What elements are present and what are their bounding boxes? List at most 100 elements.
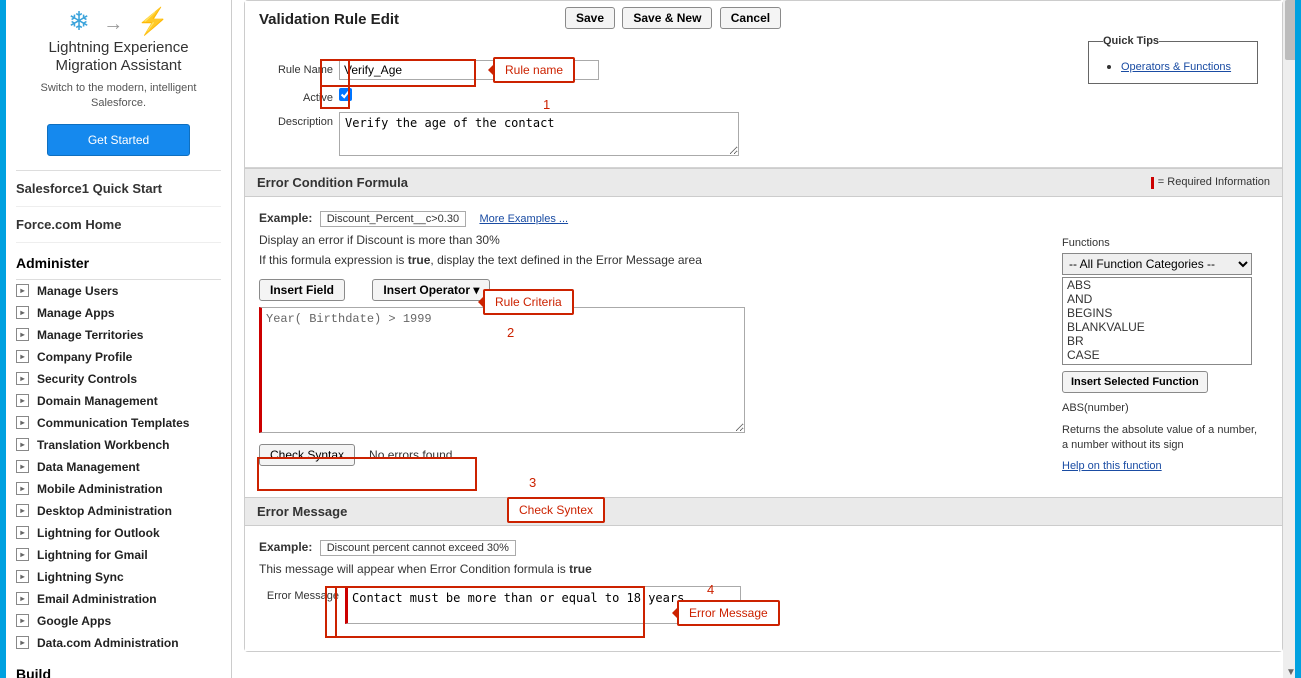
sidebar-item[interactable]: ▸Lightning for Outlook <box>16 522 221 544</box>
sidebar-item-label: Communication Templates <box>37 416 189 430</box>
active-label: Active <box>259 88 339 104</box>
lightning-icon: ⚡ <box>136 6 168 36</box>
migration-subtitle: Switch to the modern, intelligent Salesf… <box>20 81 217 112</box>
sidebar-item-label: Manage Apps <box>37 306 115 320</box>
expand-icon: ▸ <box>16 636 29 649</box>
cancel-button[interactable]: Cancel <box>720 7 781 29</box>
function-item[interactable]: CASE <box>1063 348 1251 362</box>
sidebar: ❄ → ⚡ Lightning Experience Migration Ass… <box>6 0 232 678</box>
sidebar-item[interactable]: ▸Lightning for Gmail <box>16 544 221 566</box>
annotation-error-message: Error Message <box>677 600 780 626</box>
sidebar-item[interactable]: ▸Email Administration <box>16 588 221 610</box>
expand-icon: ▸ <box>16 306 29 319</box>
expand-icon: ▸ <box>16 482 29 495</box>
expand-icon: ▸ <box>16 460 29 473</box>
expand-icon: ▸ <box>16 504 29 517</box>
insert-selected-function-button[interactable]: Insert Selected Function <box>1062 371 1208 393</box>
sidebar-item[interactable]: ▸ Security Controls <box>16 368 221 390</box>
description-label: Description <box>259 112 339 128</box>
check-syntax-button[interactable]: Check Syntax <box>259 444 355 466</box>
function-item[interactable]: ABS <box>1063 278 1251 292</box>
formula-note2a: If this formula expression is <box>259 253 408 267</box>
sidebar-item[interactable]: ▸ Company Profile <box>16 346 221 368</box>
save-button[interactable]: Save <box>565 7 615 29</box>
sidebar-item[interactable]: ▸ Data.com Administration <box>16 632 221 654</box>
expand-icon: ▸ <box>16 526 29 539</box>
formula-heading: Error Condition Formula <box>257 175 408 190</box>
expand-icon: ▸ <box>16 548 29 561</box>
sidebar-item[interactable]: ▸ Communication Templates <box>16 412 221 434</box>
sidebar-item-label: Translation Workbench <box>37 438 169 452</box>
expand-icon: ▸ <box>16 350 29 363</box>
formula-section-header: Error Condition Formula = Required Infor… <box>245 168 1282 197</box>
more-examples-link[interactable]: More Examples ... <box>479 213 568 225</box>
functions-label: Functions <box>1062 237 1262 249</box>
expand-icon: ▸ <box>16 438 29 451</box>
sidebar-force-home[interactable]: Force.com Home <box>16 207 221 243</box>
error-message-label: Error Message <box>259 586 345 602</box>
sidebar-item[interactable]: ▸ Manage Users <box>16 280 221 302</box>
save-and-new-button[interactable]: Save & New <box>622 7 712 29</box>
build-heading: Build <box>16 654 221 678</box>
sidebar-item[interactable]: ▸Mobile Administration <box>16 478 221 500</box>
sidebar-item[interactable]: ▸Manage Territories <box>16 324 221 346</box>
sidebar-item[interactable]: ▸ Manage Apps <box>16 302 221 324</box>
administer-list: ▸ Manage Users ▸ Manage Apps ▸Manage Terri… <box>16 280 221 654</box>
migration-title: Lightning Experience Migration Assistant <box>20 39 217 75</box>
scrollbar-thumb[interactable] <box>1285 0 1297 60</box>
error-note-bold: true <box>569 562 592 576</box>
scroll-down-icon[interactable]: ▼ <box>1286 667 1296 678</box>
vertical-scrollbar[interactable]: ▼ <box>1283 0 1299 678</box>
function-description: Returns the absolute value of a number, … <box>1062 423 1262 452</box>
description-textarea[interactable]: Verify the age of the contact <box>339 112 739 156</box>
expand-icon: ▸ <box>16 372 29 385</box>
function-category-select[interactable]: -- All Function Categories -- <box>1062 253 1252 275</box>
sidebar-item[interactable]: ▸ Lightning Sync <box>16 566 221 588</box>
get-started-button[interactable]: Get Started <box>47 124 190 156</box>
expand-icon: ▸ <box>16 570 29 583</box>
sidebar-item-label: Manage Users <box>37 284 118 298</box>
formula-note2-bold: true <box>408 253 431 267</box>
quick-tips-heading: Quick Tips <box>1103 35 1159 47</box>
active-checkbox[interactable] <box>339 88 352 101</box>
sidebar-item-label: Security Controls <box>37 372 137 386</box>
operators-functions-link[interactable]: Operators & Functions <box>1121 61 1231 73</box>
function-list[interactable]: ABS AND BEGINS BLANKVALUE BR CASE <box>1062 277 1252 365</box>
sidebar-item[interactable]: ▸Data Management <box>16 456 221 478</box>
formula-textarea[interactable]: Year( Birthdate) > 1999 <box>259 307 745 433</box>
required-info-label: = Required Information <box>1158 176 1270 188</box>
sidebar-item-label: Google Apps <box>37 614 111 628</box>
sidebar-item-label: Domain Management <box>37 394 158 408</box>
error-note-a: This message will appear when Error Cond… <box>259 562 569 576</box>
function-item[interactable]: BEGINS <box>1063 306 1251 320</box>
sidebar-item[interactable]: ▸ Translation Workbench <box>16 434 221 456</box>
functions-panel: Functions -- All Function Categories -- … <box>1062 237 1262 472</box>
sidebar-item[interactable]: ▸Google Apps <box>16 610 221 632</box>
arrow-right-icon: → <box>103 13 123 35</box>
administer-heading: Administer <box>16 243 221 280</box>
insert-field-button[interactable]: Insert Field <box>259 279 345 301</box>
expand-icon: ▸ <box>16 284 29 297</box>
sidebar-item-label: Data.com Administration <box>37 636 179 650</box>
error-message-section-header: Error Message <box>245 497 1282 526</box>
error-example-label: Example: <box>259 540 312 554</box>
sidebar-quick-start[interactable]: Salesforce1 Quick Start <box>16 171 221 207</box>
function-item[interactable]: AND <box>1063 292 1251 306</box>
expand-icon: ▸ <box>16 394 29 407</box>
function-help-link[interactable]: Help on this function <box>1062 460 1162 472</box>
annotation-number-2: 2 <box>507 325 514 340</box>
annotation-number-3: 3 <box>529 475 536 490</box>
annotation-check-syntax: Check Syntex <box>507 497 605 523</box>
main-content: Validation Rule Edit Save Save & New Can… <box>232 0 1295 678</box>
function-item[interactable]: BLANKVALUE <box>1063 320 1251 334</box>
sidebar-item-label: Lightning Sync <box>37 570 124 584</box>
formula-example-box: Discount_Percent__c>0.30 <box>320 211 466 227</box>
expand-icon: ▸ <box>16 416 29 429</box>
sidebar-item[interactable]: ▸Desktop Administration <box>16 500 221 522</box>
function-item[interactable]: BR <box>1063 334 1251 348</box>
sidebar-item[interactable]: ▸ Domain Management <box>16 390 221 412</box>
annotation-rule-name: Rule name <box>493 57 575 83</box>
function-signature: ABS(number) <box>1062 401 1262 415</box>
migration-icons: ❄ → ⚡ <box>20 6 217 37</box>
sidebar-item-label: Company Profile <box>37 350 132 364</box>
